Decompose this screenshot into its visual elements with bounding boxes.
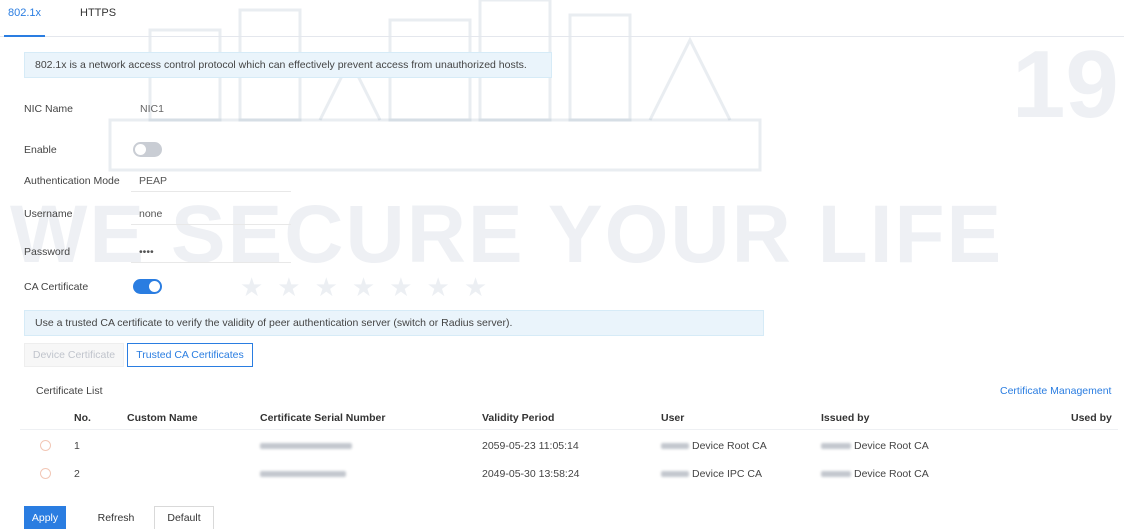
row-user: Device IPC CA xyxy=(661,468,762,480)
row-issued-by-text: Device Root CA xyxy=(854,440,929,452)
ca-certificate-label: CA Certificate xyxy=(24,281,89,293)
col-user: User xyxy=(661,412,685,424)
default-button[interactable]: Default xyxy=(154,506,214,529)
tab-bar: 802.1x HTTPS xyxy=(0,0,1124,37)
row-user-text: Device IPC CA xyxy=(692,468,763,480)
col-used-by: Used by xyxy=(1071,412,1112,424)
toggle-knob xyxy=(149,281,160,292)
tab-802-1x[interactable]: 802.1x xyxy=(4,7,46,37)
row-serial-number-redacted xyxy=(260,440,355,452)
row-user-text: Device Root CA xyxy=(692,440,767,452)
intro-text: 802.1x is a network access control proto… xyxy=(35,59,527,71)
row-issued-by: Device Root CA xyxy=(821,468,929,480)
row-issued-by: Device Root CA xyxy=(821,440,929,452)
password-label: Password xyxy=(24,246,71,258)
col-issued-by: Issued by xyxy=(821,412,870,424)
nic-name-value: NIC1 xyxy=(140,103,164,115)
row-validity: 2049-05-30 13:58:24 xyxy=(482,468,580,480)
watermark-year: 19 xyxy=(1012,31,1119,138)
tab-https[interactable]: HTTPS xyxy=(76,7,120,37)
col-validity: Validity Period xyxy=(482,412,555,424)
password-input[interactable]: •••• xyxy=(131,241,291,263)
col-custom-name: Custom Name xyxy=(127,412,198,424)
auth-mode-select[interactable]: PEAP xyxy=(131,170,291,192)
row-select-radio[interactable] xyxy=(40,440,51,451)
col-serial-number: Certificate Serial Number xyxy=(260,412,386,424)
row-user: Device Root CA xyxy=(661,440,767,452)
enable-toggle[interactable] xyxy=(133,142,162,157)
username-label: Username xyxy=(24,208,73,220)
toggle-knob xyxy=(135,144,146,155)
table-header: No. Custom Name Certificate Serial Numbe… xyxy=(20,404,1118,430)
intro-info-bar: 802.1x is a network access control proto… xyxy=(24,52,552,78)
row-serial-number-redacted xyxy=(260,468,349,480)
row-validity: 2059-05-23 11:05:14 xyxy=(482,440,579,452)
certificate-management-link[interactable]: Certificate Management xyxy=(1000,385,1111,397)
ca-info-text: Use a trusted CA certificate to verify t… xyxy=(35,317,513,329)
auth-mode-label: Authentication Mode xyxy=(24,175,120,187)
device-certificate-button[interactable]: Device Certificate xyxy=(24,343,124,367)
nic-name-label: NIC Name xyxy=(24,103,74,115)
apply-button[interactable]: Apply xyxy=(24,506,66,529)
refresh-button[interactable]: Refresh xyxy=(86,506,146,529)
row-issued-by-text: Device Root CA xyxy=(854,468,929,480)
table-row[interactable]: 1 2059-05-23 11:05:14 Device Root CA Dev… xyxy=(20,432,1118,458)
row-select-radio[interactable] xyxy=(40,468,51,479)
col-no: No. xyxy=(74,412,91,424)
row-no: 2 xyxy=(74,468,80,480)
username-input[interactable]: none xyxy=(131,203,291,225)
trusted-ca-certificates-button[interactable]: Trusted CA Certificates xyxy=(127,343,253,367)
table-row[interactable]: 2 2049-05-30 13:58:24 Device IPC CA Devi… xyxy=(20,460,1118,486)
ca-certificate-toggle[interactable] xyxy=(133,279,162,294)
enable-label: Enable xyxy=(24,144,57,156)
watermark-stars: ★★★★★★★ xyxy=(240,272,502,302)
row-no: 1 xyxy=(74,440,80,452)
certificate-list-title: Certificate List xyxy=(36,385,103,397)
ca-info-bar: Use a trusted CA certificate to verify t… xyxy=(24,310,764,336)
